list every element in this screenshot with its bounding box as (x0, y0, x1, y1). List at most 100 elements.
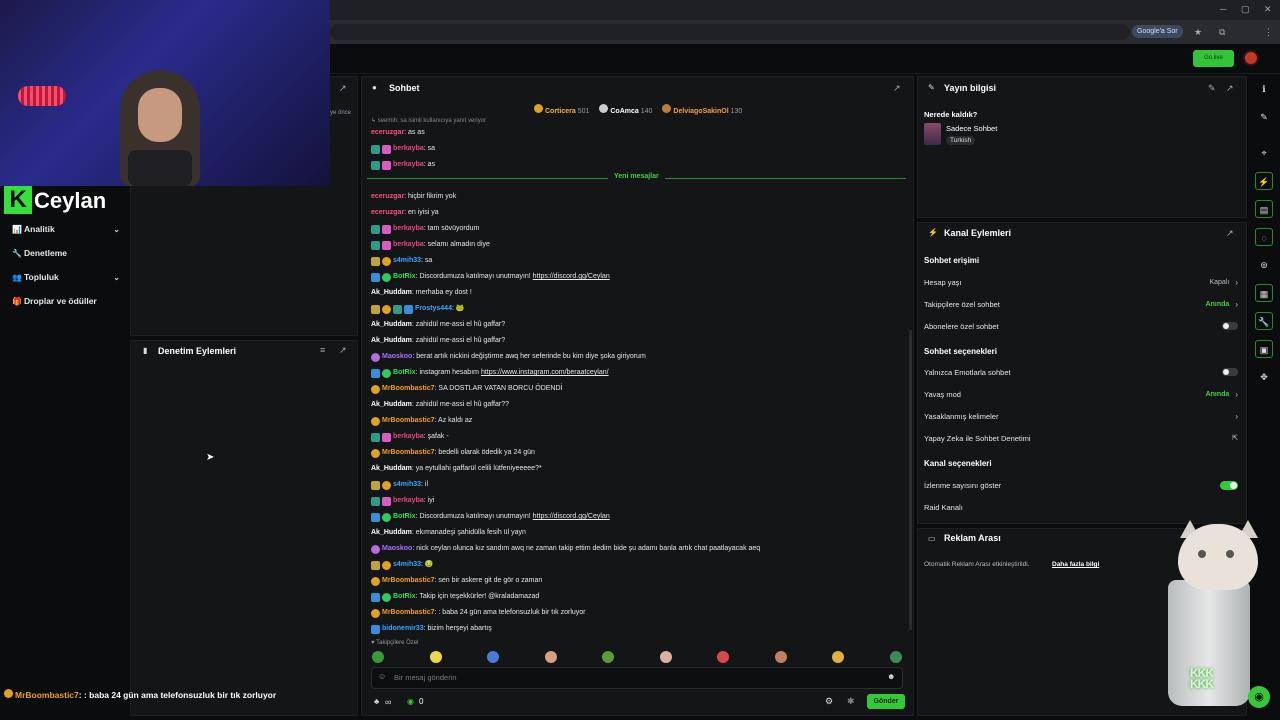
chat-username[interactable]: Maoskoo (382, 542, 412, 556)
leaderboard-item[interactable]: Corticera 501 (534, 104, 589, 115)
chat-username[interactable]: MrBoombastic7 (382, 446, 435, 460)
leaderboard-item[interactable]: DelviagoSakinOl 130 (662, 104, 742, 115)
minimize-icon[interactable]: ─ (1220, 4, 1226, 14)
nav-item-analitik[interactable]: 📊 Analitik ⌄ (12, 221, 120, 237)
chat-text: : : baba 24 gün ama telefonsuzluk bir tı… (434, 609, 586, 616)
ai-moderation-row[interactable]: Yapay Zeka ile Sohbet Denetimi ⇱ (924, 431, 1238, 445)
category-name[interactable]: Sadece Sohbet (946, 124, 997, 133)
followers-chat-row[interactable]: Takipçilere özel sohbet Anında › (924, 297, 1238, 311)
emote-icon[interactable] (659, 651, 672, 663)
send-button[interactable]: Gönder (867, 694, 905, 709)
browser-menu-icon[interactable]: ⋮ (1264, 27, 1273, 38)
chat-username[interactable]: Ak_Huddam (371, 462, 412, 476)
kick-logo-icon[interactable]: ◉ (1248, 686, 1270, 708)
close-icon[interactable]: ✕ (1264, 4, 1272, 15)
chat-username[interactable]: berkayba (393, 222, 424, 236)
chat-scrollbar[interactable] (909, 330, 912, 630)
emote-icon[interactable] (717, 651, 729, 663)
settings-icon[interactable]: ✱ (847, 696, 855, 707)
chat-username[interactable]: bidonemir33 (382, 622, 424, 636)
chat-bubble-icon[interactable]: ◌ (1255, 228, 1273, 246)
puzzle-icon[interactable]: ✥ (1255, 368, 1273, 386)
crosshair-icon[interactable]: ⌖ (1255, 144, 1273, 162)
gear-icon[interactable]: ⚙ (825, 696, 833, 707)
document-icon[interactable]: ▤ (1255, 200, 1273, 218)
chat-username[interactable]: Frostys444 (415, 302, 452, 316)
chat-username[interactable]: Ak_Huddam (371, 398, 412, 412)
chat-username[interactable]: MrBoombastic7 (382, 382, 435, 396)
chat-username[interactable]: MrBoombastic7 (382, 606, 435, 620)
chat-username[interactable]: Ak_Huddam (371, 526, 412, 540)
chat-username[interactable]: s4mih33 (393, 254, 421, 268)
nav-item-topluluk[interactable]: 👥 Topluluk ⌄ (12, 269, 120, 285)
chat-username[interactable]: BotRix (393, 590, 416, 604)
chat-username[interactable]: Ak_Huddam (371, 318, 412, 332)
popout-icon[interactable]: ↗ (339, 345, 347, 356)
chat-username[interactable]: s4mih33 (393, 478, 421, 492)
window-icon[interactable]: ▣ (1255, 340, 1273, 358)
layout-icon[interactable]: ▦ (1255, 284, 1273, 302)
pencil-icon[interactable]: ✎ (1255, 108, 1273, 126)
filter-icon[interactable]: ≡ (320, 345, 325, 355)
chat-username[interactable]: MrBoombastic7 (382, 574, 435, 588)
emote-icon[interactable] (602, 651, 614, 663)
chat-username[interactable]: Ak_Huddam (371, 286, 412, 300)
chat-username[interactable]: eceruzgar (371, 190, 404, 204)
popout-icon[interactable]: ↗ (1226, 83, 1234, 94)
emote-icon[interactable] (774, 651, 787, 663)
chat-username[interactable]: berkayba (393, 158, 424, 172)
chat-username[interactable]: BotRix (393, 510, 416, 524)
chat-username[interactable]: eceruzgar (371, 126, 404, 140)
chat-username[interactable]: berkayba (393, 142, 424, 156)
lightning-icon[interactable]: ⚡ (1255, 172, 1273, 190)
account-age-row[interactable]: Hesap yaşı Kapalı › (924, 275, 1238, 289)
go-live-button[interactable]: Go live (1193, 50, 1234, 67)
smiley-icon[interactable]: ☻ (887, 672, 895, 681)
chat-username[interactable]: berkayba (393, 238, 424, 252)
nav-item-droplar[interactable]: 🎁 Droplar ve ödüller (12, 293, 120, 309)
nav-item-denetleme[interactable]: 🔧 Denetleme (12, 245, 120, 261)
learn-more-link[interactable]: Daha fazla bilgi (1052, 561, 1099, 568)
emote-picker-icon[interactable]: ☺ (378, 672, 386, 681)
subs-chat-toggle[interactable] (1222, 322, 1238, 330)
chat-username[interactable]: MrBoombastic7 (382, 414, 435, 428)
chat-link[interactable]: https://discord.gg/Ceylan (533, 510, 610, 524)
chat-link[interactable]: https://www.instagram.com/beraatceylan/ (481, 366, 609, 380)
bookmark-star-icon[interactable]: ★ (1194, 27, 1202, 38)
popout-icon[interactable]: ↗ (1226, 228, 1234, 239)
emote-icon[interactable] (429, 651, 442, 663)
wrench-icon[interactable]: 🔧 (1255, 312, 1273, 330)
google-ask-button[interactable]: Google'a Sor (1132, 25, 1183, 38)
emote-icon[interactable] (544, 651, 557, 663)
avatar[interactable] (1243, 50, 1259, 66)
chat-username[interactable]: berkayba (393, 494, 424, 508)
slow-mode-row[interactable]: Yavaş mod Anında › (924, 387, 1238, 401)
chat-input[interactable]: Bir mesaj gönderin (371, 667, 903, 689)
popout-icon[interactable]: ↗ (893, 83, 901, 94)
banned-words-row[interactable]: Yasaklanmış kelimeler › (924, 409, 1238, 423)
chat-username[interactable]: berkayba (393, 430, 424, 444)
chat-username[interactable]: Ak_Huddam (371, 334, 412, 348)
kick-badge-icon (371, 256, 380, 266)
emote-icon[interactable] (487, 651, 499, 663)
show-viewers-toggle[interactable] (1220, 480, 1238, 490)
chat-username[interactable]: Maoskoo (382, 350, 412, 364)
address-bar[interactable] (330, 24, 1130, 40)
raid-channel-row[interactable]: Raid Kanalı (924, 500, 1238, 514)
chat-username[interactable]: eceruzgar (371, 206, 404, 220)
emotes-only-toggle[interactable] (1222, 368, 1238, 376)
extensions-icon[interactable]: ⧉ (1219, 27, 1225, 38)
emote-icon[interactable] (889, 651, 902, 663)
chat-username[interactable]: BotRix (393, 270, 416, 284)
chat-link[interactable]: https://discord.gg/Ceylan (533, 270, 610, 284)
popout-icon[interactable]: ↗ (339, 83, 347, 94)
chat-username[interactable]: BotRix (393, 366, 416, 380)
emote-icon[interactable] (372, 651, 384, 663)
emote-icon[interactable] (832, 651, 844, 663)
edit-icon[interactable]: ✎ (1208, 83, 1216, 94)
maximize-icon[interactable]: ▢ (1241, 4, 1250, 15)
info-icon[interactable]: ℹ (1255, 80, 1273, 98)
leaderboard-item[interactable]: CoAmca 140 (599, 104, 652, 115)
broadcast-icon[interactable]: ⊚ (1255, 256, 1273, 274)
chat-username[interactable]: s4mih33 (393, 558, 421, 572)
